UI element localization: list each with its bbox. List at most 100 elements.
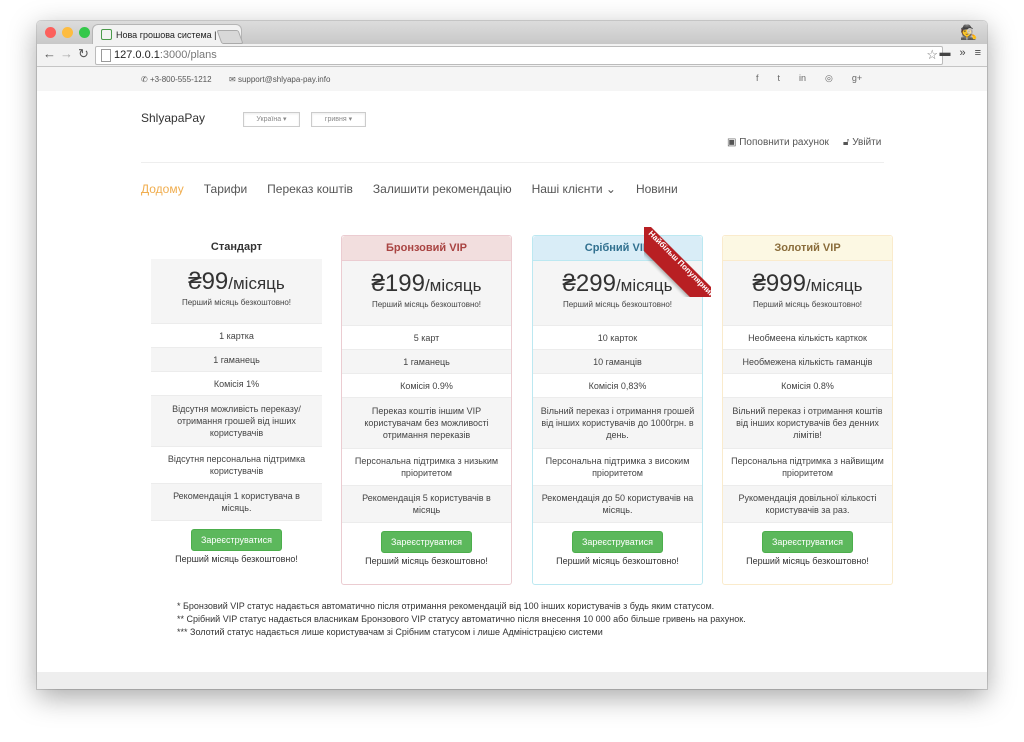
unlock-icon: 🔓︎ [843,137,853,148]
footnote: * Бронзовий VIP статус надається автомат… [177,601,715,611]
window-controls [45,27,90,38]
browser-window: Нова грошова система | S ✕ 🕵 ← → ↻ 127.0… [37,21,987,689]
forward-icon[interactable]: → [60,46,73,61]
email-contact[interactable]: ✉ support@shlyapa-pay.info [229,75,330,84]
plan-feature: 5 карт [342,325,511,349]
plan-feature: Рукомендація довільної кількості користу… [723,485,892,522]
nav-item-transfer[interactable]: Переказ коштів [267,182,353,196]
plan-feature: Комісія 0,83% [533,373,702,397]
price-period: /місяць [228,274,285,293]
phone-icon: ✆ [141,75,150,84]
price-amount: ₴99 [188,268,229,295]
plan-feature: 10 карток [533,325,702,349]
facebook-icon[interactable]: f [756,73,759,84]
plan-footer: Зареєструватися Перший місяць безкоштовн… [533,522,702,573]
browser-titlebar: Нова грошова система | S ✕ 🕵 [37,21,987,44]
page-favicon-icon [101,29,112,40]
overflow-chevron-icon[interactable]: » [959,47,965,59]
plan-subtitle: Перший місяць безкоштовно! [562,300,673,309]
plan-title: Золотий VIP [723,236,892,261]
nav-item-news[interactable]: Новини [636,182,678,196]
price-amount: ₴199 [371,270,425,297]
url-path: :3000/plans [159,49,217,61]
nav-item-plans[interactable]: Тарифи [204,182,247,196]
country-dropdown[interactable]: Україна ▾ [243,112,300,127]
plan-price: ₴999/місяць [723,261,892,298]
google-plus-icon[interactable]: g+ [852,73,862,84]
minimize-window-button[interactable] [62,27,73,38]
plan-feature: Персональна підтримка з високим пріорите… [533,448,702,485]
price-period: /місяць [424,276,482,295]
wallet-icon: ▣ [727,137,740,148]
plan-price-box: ₴999/місяць Перший місяць безкоштовно! [723,261,892,325]
plan-feature: Рекомендація 1 користувача в місяць. [151,483,322,520]
plan-subtitle: Перший місяць безкоштовно! [181,298,292,307]
incognito-icon: 🕵 [960,24,978,40]
page-footer-strip [37,672,987,689]
nav-item-clients-dropdown[interactable]: Наші клієнти ⌄ [532,182,616,196]
register-button[interactable]: Зареєструватися [761,531,854,553]
price-amount: ₴299 [562,270,616,297]
plan-feature: Рекомендація 5 користувачів в місяць [342,485,511,522]
popular-ribbon: Найбільш Популярний [644,227,711,297]
plan-feature: 10 гаманців [533,349,702,373]
plan-feature: Вільний переказ і отримання грошей від і… [533,397,702,448]
plan-feature: Комісія 0.9% [342,373,511,397]
dribbble-icon[interactable]: ◎ [825,73,833,84]
register-button[interactable]: Зареєструватися [380,531,473,553]
plan-footer-text: Перший місяць безкоштовно! [556,556,679,566]
main-navigation: Додому Тарифи Переказ коштів Залишити ре… [141,182,698,196]
login-link[interactable]: 🔓︎ Увійти [843,137,881,148]
email-address: support@shlyapa-pay.info [237,75,331,84]
plan-subtitle: Перший місяць безкоштовно! [752,300,863,309]
nav-item-home[interactable]: Додому [141,182,184,196]
footnote: *** Золотий статус надається лише корист… [177,627,603,637]
register-button[interactable]: Зареєструватися [190,529,283,551]
page-icon [101,49,111,62]
plan-feature: Переказ коштів іншим VIP користувачам бе… [342,397,511,448]
currency-dropdown[interactable]: гривня ▾ [311,112,366,127]
topup-link[interactable]: ▣ Поповнити рахунок [727,137,829,148]
reload-icon[interactable]: ↻ [78,46,89,62]
plan-price-box: ₴199/місяць Перший місяць безкоштовно! [342,261,511,325]
header-divider [141,162,884,163]
plan-feature: Вільний переказ і отримання коштів від і… [723,397,892,448]
close-window-button[interactable] [45,27,56,38]
phone-number: +3-800-555-1212 [149,75,212,84]
plan-footer-text: Перший місяць безкоштовно! [175,554,298,564]
page-content: ✆ +3-800-555-1212 ✉ support@shlyapa-pay.… [37,67,987,689]
plan-feature: 1 гаманець [342,349,511,373]
plan-price: ₴99/місяць [151,259,322,296]
plan-footer: Зареєструватися Перший місяць безкоштовн… [151,520,322,571]
price-amount: ₴999 [752,270,806,297]
plan-card-bronze: Бронзовий VIP ₴199/місяць Перший місяць … [341,235,512,585]
url-text: 127.0.0.1:3000/plans [114,49,217,61]
linkedin-icon[interactable]: in [799,73,806,84]
plan-footer-text: Перший місяць безкоштовно! [746,556,869,566]
footnotes: * Бронзовий VIP статус надається автомат… [177,600,746,639]
plan-feature: Відсутня персональна підтримка користува… [151,446,322,483]
login-label: Увійти [852,137,882,148]
plan-footer: Зареєструватися Перший місяць безкоштовн… [342,522,511,573]
social-links: f t in ◎ g+ [756,73,862,84]
menu-icon[interactable]: ≡ [975,47,981,59]
plan-feature: Персональна підтримка з найвищим пріорит… [723,448,892,485]
envelope-icon: ✉ [229,75,238,84]
extension-mask-icon[interactable]: ▬ [939,47,950,59]
register-button[interactable]: Зареєструватися [571,531,664,553]
address-bar[interactable]: 127.0.0.1:3000/plans ☆ [95,46,943,65]
plan-feature: Необмеена кількість карткок [723,325,892,349]
url-host: 127.0.0.1 [114,49,160,61]
twitter-icon[interactable]: t [778,73,781,84]
plan-feature: Рекомендація до 50 користувачів на місяц… [533,485,702,522]
nav-item-recommend[interactable]: Залишити рекомендацію [373,182,512,196]
contact-bar: ✆ +3-800-555-1212 ✉ support@shlyapa-pay.… [37,67,987,91]
back-icon[interactable]: ← [43,46,56,61]
new-tab-button[interactable] [216,30,244,44]
plan-feature: Комісія 0.8% [723,373,892,397]
plan-feature: Відсутня можливість переказу/ отримання … [151,395,322,446]
maximize-window-button[interactable] [79,27,90,38]
plan-title: Стандарт [151,235,322,259]
brand-logo[interactable]: ShlyapaPay [141,111,205,125]
bookmark-star-icon[interactable]: ☆ [926,47,938,63]
